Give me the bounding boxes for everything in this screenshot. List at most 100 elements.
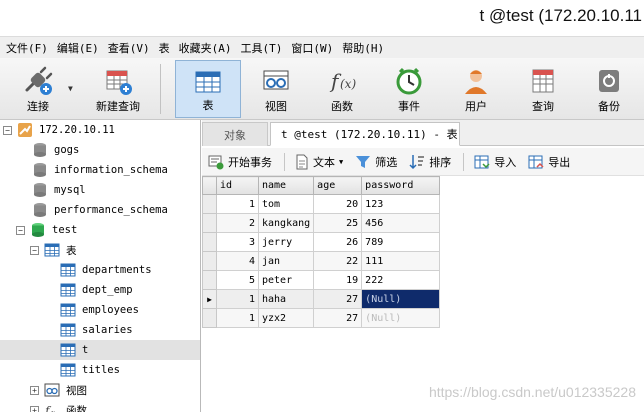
column-header-age[interactable]: age	[313, 176, 363, 195]
main-toolbar: 连接 ▼ 新建查询 表 视图 f (x) 函数 事件 用户 查询 备份	[0, 58, 644, 120]
table-row[interactable]: 2 kangkang 25 456	[202, 213, 441, 233]
begin-transaction-button[interactable]: 开始事务	[208, 154, 272, 170]
cell-id[interactable]: 1	[216, 289, 259, 309]
cell-age[interactable]: 20	[313, 194, 363, 214]
tab-table-t[interactable]: t @test (172.20.10.11) - 表	[270, 122, 460, 146]
cell-name[interactable]: jerry	[257, 232, 315, 252]
menu-help[interactable]: 帮助(H)	[342, 40, 384, 56]
cell-name[interactable]: haha	[257, 289, 315, 309]
row-indicator[interactable]	[202, 270, 217, 290]
text-button[interactable]: 文本 ▼	[295, 154, 343, 170]
tree-db-performance-schema[interactable]: performance_schema	[32, 200, 168, 220]
table-row[interactable]: 3 jerry 26 789	[202, 232, 441, 252]
cell-password[interactable]: 123	[361, 194, 441, 214]
export-button[interactable]: 导出	[528, 154, 570, 170]
cell-name[interactable]: jan	[257, 251, 315, 271]
new-query-button[interactable]: 新建查询	[80, 60, 156, 118]
connect-button[interactable]: 连接	[6, 60, 70, 118]
cell-name[interactable]: kangkang	[257, 213, 315, 233]
cell-id[interactable]: 5	[216, 270, 259, 290]
cell-id[interactable]: 2	[216, 213, 259, 233]
row-indicator[interactable]	[202, 213, 217, 233]
chevron-down-icon: ▼	[339, 157, 344, 166]
user-button[interactable]: 用户	[444, 60, 508, 118]
cell-id[interactable]: 1	[216, 194, 259, 214]
connect-dropdown-icon[interactable]: ▼	[68, 84, 73, 93]
cell-name[interactable]: yzx2	[257, 308, 315, 328]
tables-group-label: 表	[66, 244, 77, 257]
cell-password[interactable]: 111	[361, 251, 441, 271]
expand-toggle-icon[interactable]: +	[30, 385, 39, 395]
menu-file[interactable]: 文件(F)	[6, 40, 48, 56]
row-indicator[interactable]	[202, 194, 217, 214]
table-row[interactable]: 1 yzx2 27 (Null)	[202, 308, 441, 328]
tab-table-t-label: t @test (172.20.10.11) - 表	[281, 128, 458, 141]
view-button[interactable]: 视图	[244, 60, 308, 118]
tree-table-t[interactable]: t	[60, 340, 88, 360]
tree-table-dept-emp[interactable]: dept_emp	[60, 280, 133, 300]
table-row[interactable]: 1 tom 20 123	[202, 194, 441, 214]
db-label: gogs	[54, 144, 80, 156]
cell-age[interactable]: 19	[313, 270, 363, 290]
column-header-id[interactable]: id	[216, 176, 259, 195]
sort-button[interactable]: 排序	[409, 154, 451, 170]
cell-age[interactable]: 22	[313, 251, 363, 271]
tree-functions-group[interactable]: + fx 函数	[30, 400, 87, 412]
tree-table-salaries[interactable]: salaries	[60, 320, 133, 340]
collapse-toggle-icon[interactable]: −	[3, 125, 12, 135]
row-indicator[interactable]	[202, 232, 217, 252]
tree-db-information-schema[interactable]: information_schema	[32, 160, 168, 180]
menu-view[interactable]: 查看(V)	[108, 40, 150, 56]
tree-table-departments[interactable]: departments	[60, 260, 152, 280]
menu-tools[interactable]: 工具(T)	[241, 40, 283, 56]
collapse-toggle-icon[interactable]: −	[30, 245, 39, 255]
import-button[interactable]: 导入	[474, 154, 516, 170]
table-label: salaries	[82, 324, 133, 336]
event-button[interactable]: 事件	[377, 60, 441, 118]
tree-db-gogs[interactable]: gogs	[32, 140, 79, 160]
cell-age[interactable]: 26	[313, 232, 363, 252]
cell-password[interactable]: (Null)	[361, 308, 441, 328]
menu-window[interactable]: 窗口(W)	[291, 40, 333, 56]
filter-button[interactable]: 筛选	[355, 154, 397, 170]
cell-id[interactable]: 1	[216, 308, 259, 328]
backup-button[interactable]: 备份	[577, 60, 641, 118]
cell-age[interactable]: 27	[313, 289, 363, 309]
column-header-password[interactable]: password	[361, 176, 441, 195]
table-row[interactable]: 4 jan 22 111	[202, 251, 441, 271]
cell-password[interactable]: 789	[361, 232, 441, 252]
table-button[interactable]: 表	[175, 60, 241, 118]
cell-id[interactable]: 4	[216, 251, 259, 271]
function-button[interactable]: f (x) 函数	[310, 60, 374, 118]
menu-edit[interactable]: 编辑(E)	[57, 40, 99, 56]
row-indicator[interactable]	[202, 308, 217, 328]
row-indicator[interactable]	[202, 251, 217, 271]
expand-toggle-icon[interactable]: +	[30, 405, 39, 412]
collapse-toggle-icon[interactable]: −	[16, 225, 25, 235]
cell-age[interactable]: 25	[313, 213, 363, 233]
tree-connection[interactable]: − 172.20.10.11	[3, 120, 115, 140]
toolbar-separator	[160, 64, 161, 114]
cell-name[interactable]: peter	[257, 270, 315, 290]
cell-age[interactable]: 27	[313, 308, 363, 328]
table-row[interactable]: 5 peter 19 222	[202, 270, 441, 290]
query-button[interactable]: 查询	[511, 60, 575, 118]
cell-id[interactable]: 3	[216, 232, 259, 252]
tree-tables-group[interactable]: − 表	[30, 240, 77, 260]
tree-table-titles[interactable]: titles	[60, 360, 120, 380]
tab-objects[interactable]: 对象	[202, 122, 268, 146]
tree-table-employees[interactable]: employees	[60, 300, 139, 320]
cell-password[interactable]: 222	[361, 270, 441, 290]
menu-table[interactable]: 表	[159, 40, 170, 56]
cell-name[interactable]: tom	[257, 194, 315, 214]
tree-db-mysql[interactable]: mysql	[32, 180, 86, 200]
cell-password[interactable]: 456	[361, 213, 441, 233]
current-row-arrow-icon[interactable]: ▶	[202, 289, 217, 309]
menu-favorites[interactable]: 收藏夹(A)	[179, 40, 232, 56]
column-header-name[interactable]: name	[257, 176, 315, 195]
tree-db-test[interactable]: − test	[16, 220, 77, 240]
cell-password-selected[interactable]: (Null)	[361, 289, 441, 309]
table-row-current[interactable]: ▶ 1 haha 27 (Null)	[202, 289, 441, 309]
separator	[463, 152, 465, 171]
tree-views-group[interactable]: + 视图	[30, 380, 87, 400]
